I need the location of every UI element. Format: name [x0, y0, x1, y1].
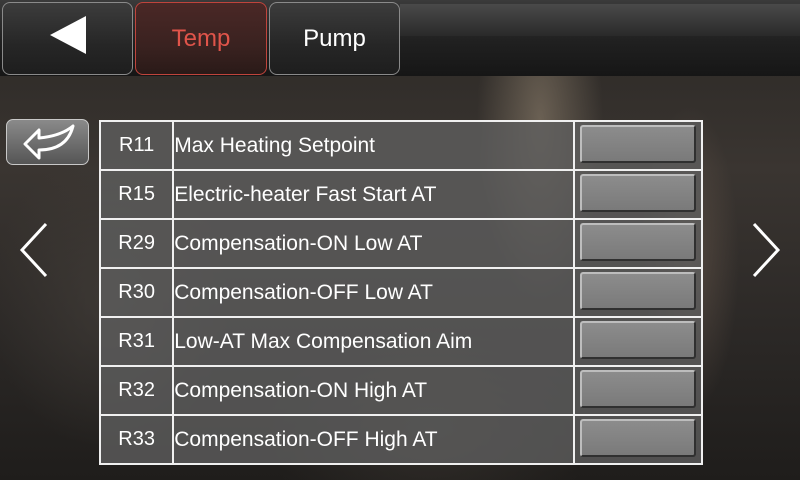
parameter-code: R32 — [98, 365, 175, 416]
return-arrow-icon — [17, 120, 79, 165]
tab-temp-label: Temp — [171, 24, 231, 52]
table-row: R29 Compensation-ON Low AT — [98, 218, 704, 269]
parameter-code: R11 — [98, 120, 175, 171]
parameter-value-field[interactable] — [579, 321, 696, 359]
next-page-button[interactable] — [746, 220, 786, 284]
table-row: R11 Max Heating Setpoint — [98, 120, 704, 171]
parameter-value-field[interactable] — [579, 174, 696, 212]
parameter-value-cell — [572, 218, 704, 269]
parameter-code: R29 — [98, 218, 175, 269]
table-row: R32 Compensation-ON High AT — [98, 365, 704, 416]
back-triangle-icon — [48, 14, 88, 63]
back-button[interactable] — [2, 2, 133, 75]
parameter-table: R11 Max Heating Setpoint R15 Electric-he… — [98, 120, 704, 465]
parameter-value-cell — [572, 120, 704, 171]
parameter-code: R15 — [98, 169, 175, 220]
top-bar-strip — [400, 4, 800, 36]
parameter-code: R31 — [98, 316, 175, 367]
tab-temp[interactable]: Temp — [135, 2, 267, 75]
parameter-value-field[interactable] — [579, 419, 696, 457]
table-row: R15 Electric-heater Fast Start AT — [98, 169, 704, 220]
table-row: R30 Compensation-OFF Low AT — [98, 267, 704, 318]
tab-pump-label: Pump — [303, 24, 366, 52]
parameter-code: R30 — [98, 267, 175, 318]
parameter-value-field[interactable] — [579, 125, 696, 163]
parameter-name: Compensation-OFF High AT — [172, 414, 575, 465]
previous-page-button[interactable] — [14, 220, 54, 284]
chevron-right-icon — [748, 220, 784, 285]
parameter-value-cell — [572, 365, 704, 416]
parameter-name: Compensation-OFF Low AT — [172, 267, 575, 318]
table-row: R33 Compensation-OFF High AT — [98, 414, 704, 465]
return-button[interactable] — [6, 119, 89, 165]
parameter-value-field[interactable] — [579, 272, 696, 310]
parameter-name: Electric-heater Fast Start AT — [172, 169, 575, 220]
parameter-name: Low-AT Max Compensation Aim — [172, 316, 575, 367]
chevron-left-icon — [16, 220, 52, 285]
parameter-value-field[interactable] — [579, 223, 696, 261]
parameter-code: R33 — [98, 414, 175, 465]
table-row: R31 Low-AT Max Compensation Aim — [98, 316, 704, 367]
parameter-value-cell — [572, 267, 704, 318]
parameter-name: Max Heating Setpoint — [172, 120, 575, 171]
parameter-value-cell — [572, 316, 704, 367]
parameter-value-cell — [572, 169, 704, 220]
tab-pump[interactable]: Pump — [269, 2, 400, 75]
parameter-value-cell — [572, 414, 704, 465]
parameter-name: Compensation-ON Low AT — [172, 218, 575, 269]
parameter-name: Compensation-ON High AT — [172, 365, 575, 416]
parameter-value-field[interactable] — [579, 370, 696, 408]
